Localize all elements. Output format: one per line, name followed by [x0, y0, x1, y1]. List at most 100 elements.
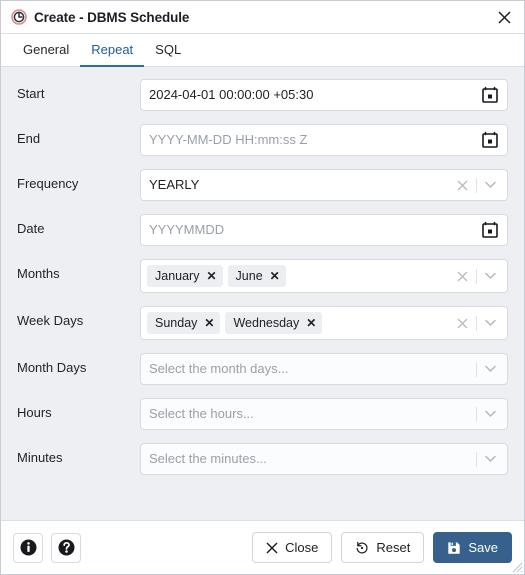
frequency-select[interactable]: YEARLY: [140, 169, 508, 201]
adornment-divider: [476, 315, 477, 331]
form-row-date: Date YYYYMMDD: [17, 214, 508, 246]
chevron-down-icon[interactable]: [482, 406, 499, 423]
dialog-titlebar: Create - DBMS Schedule: [1, 1, 524, 34]
info-icon: [20, 539, 36, 556]
chevron-down-glyph: [485, 181, 496, 188]
chip-label: Sunday: [155, 316, 198, 330]
label-minutes: Minutes: [17, 450, 63, 465]
week-days-multiselect[interactable]: Sunday ✕ Wednesday ✕: [140, 306, 508, 340]
chip-remove-icon[interactable]: ✕: [306, 317, 316, 329]
calendar-icon[interactable]: [481, 86, 499, 104]
reset-button[interactable]: Reset: [341, 532, 425, 563]
dialog-title: Create - DBMS Schedule: [34, 9, 190, 25]
tab-bar: General Repeat SQL: [1, 34, 524, 67]
adornment-divider: [476, 268, 477, 284]
close-x-glyph: [497, 10, 511, 24]
label-week-days: Week Days: [17, 313, 84, 328]
clear-x-glyph: [457, 318, 468, 328]
months-adornments: [454, 266, 499, 286]
info-button[interactable]: [13, 532, 43, 563]
month-days-placeholder: Select the month days...: [149, 361, 289, 376]
adornment-divider: [476, 177, 477, 193]
close-button[interactable]: Close: [252, 532, 333, 563]
clear-icon[interactable]: [454, 177, 471, 194]
form-row-frequency: Frequency YEARLY: [17, 169, 508, 201]
clear-icon[interactable]: [454, 315, 471, 332]
close-x-icon: [266, 541, 278, 554]
month-days-adornments: [471, 359, 499, 379]
dialog-footer: Close Reset Save: [1, 520, 524, 574]
date-placeholder: YYYYMMDD: [149, 222, 225, 237]
clear-x-glyph: [457, 180, 468, 190]
form-row-week-days: Week Days Sunday ✕ Wednesday ✕: [17, 306, 508, 340]
label-month-days: Month Days: [17, 360, 87, 375]
label-frequency: Frequency: [17, 176, 79, 191]
chip-month[interactable]: January ✕: [147, 265, 223, 287]
tab-sql[interactable]: SQL: [144, 34, 192, 67]
save-button[interactable]: Save: [433, 532, 512, 563]
chip-month[interactable]: June ✕: [227, 265, 286, 287]
minutes-adornments: [471, 449, 499, 469]
chevron-down-icon[interactable]: [482, 268, 499, 285]
chip-label: June: [235, 269, 263, 283]
chevron-down-icon[interactable]: [482, 361, 499, 378]
calendar-icon[interactable]: [481, 221, 499, 239]
minutes-multiselect[interactable]: Select the minutes...: [140, 443, 508, 475]
chevron-down-glyph: [485, 410, 496, 417]
close-icon[interactable]: [493, 6, 515, 28]
help-icon: [58, 539, 74, 556]
date-field[interactable]: YYYYMMDD: [140, 214, 508, 246]
form-row-months: Months January ✕ June ✕: [17, 259, 508, 293]
hours-adornments: [471, 404, 499, 424]
minutes-placeholder: Select the minutes...: [149, 451, 267, 466]
frequency-value: YEARLY: [149, 177, 200, 192]
frequency-adornments: [454, 175, 499, 195]
clear-icon[interactable]: [454, 268, 471, 285]
reset-icon: [356, 541, 368, 553]
end-field[interactable]: YYYY-MM-DD HH:mm:ss Z: [140, 124, 508, 156]
hours-multiselect[interactable]: Select the hours...: [140, 398, 508, 430]
help-button[interactable]: [51, 532, 81, 563]
form-row-end: End YYYY-MM-DD HH:mm:ss Z: [17, 124, 508, 156]
repeat-form: Start 2024-04-01 00:00:00 +05:30 End YYY…: [1, 67, 524, 520]
reset-button-label: Reset: [376, 540, 411, 555]
form-row-start: Start 2024-04-01 00:00:00 +05:30: [17, 79, 508, 111]
clock-icon: [11, 9, 27, 25]
clear-x-glyph: [457, 271, 468, 281]
chip-week-day[interactable]: Wednesday ✕: [225, 312, 323, 334]
adornment-divider: [476, 406, 477, 422]
start-value: 2024-04-01 00:00:00 +05:30: [149, 87, 314, 102]
label-hours: Hours: [17, 405, 52, 420]
calendar-icon[interactable]: [481, 131, 499, 149]
save-icon: [448, 541, 461, 554]
chip-week-day[interactable]: Sunday ✕: [147, 312, 221, 334]
chip-remove-icon[interactable]: ✕: [206, 270, 216, 282]
chevron-down-glyph: [485, 365, 496, 372]
label-months: Months: [17, 266, 60, 281]
chevron-down-icon[interactable]: [482, 177, 499, 194]
chevron-down-icon[interactable]: [482, 451, 499, 468]
create-dbms-schedule-dialog: Create - DBMS Schedule General Repeat SQ…: [0, 0, 525, 575]
week-days-adornments: [454, 313, 499, 333]
chevron-down-icon[interactable]: [482, 315, 499, 332]
chevron-down-glyph: [485, 455, 496, 462]
label-date: Date: [17, 221, 45, 236]
form-row-month-days: Month Days Select the month days...: [17, 353, 508, 385]
chip-remove-icon[interactable]: ✕: [270, 270, 280, 282]
tab-general[interactable]: General: [12, 34, 80, 67]
adornment-divider: [476, 451, 477, 467]
chip-label: January: [155, 269, 200, 283]
label-start: Start: [17, 86, 45, 101]
months-multiselect[interactable]: January ✕ June ✕: [140, 259, 508, 293]
hours-placeholder: Select the hours...: [149, 406, 254, 421]
end-placeholder: YYYY-MM-DD HH:mm:ss Z: [149, 132, 308, 147]
form-row-hours: Hours Select the hours...: [17, 398, 508, 430]
save-button-label: Save: [468, 540, 498, 555]
start-field[interactable]: 2024-04-01 00:00:00 +05:30: [140, 79, 508, 111]
chip-remove-icon[interactable]: ✕: [204, 317, 214, 329]
close-button-label: Close: [285, 540, 319, 555]
tab-repeat[interactable]: Repeat: [80, 34, 145, 67]
form-row-minutes: Minutes Select the minutes...: [17, 443, 508, 475]
month-days-multiselect[interactable]: Select the month days...: [140, 353, 508, 385]
chip-label: Wednesday: [233, 316, 300, 330]
